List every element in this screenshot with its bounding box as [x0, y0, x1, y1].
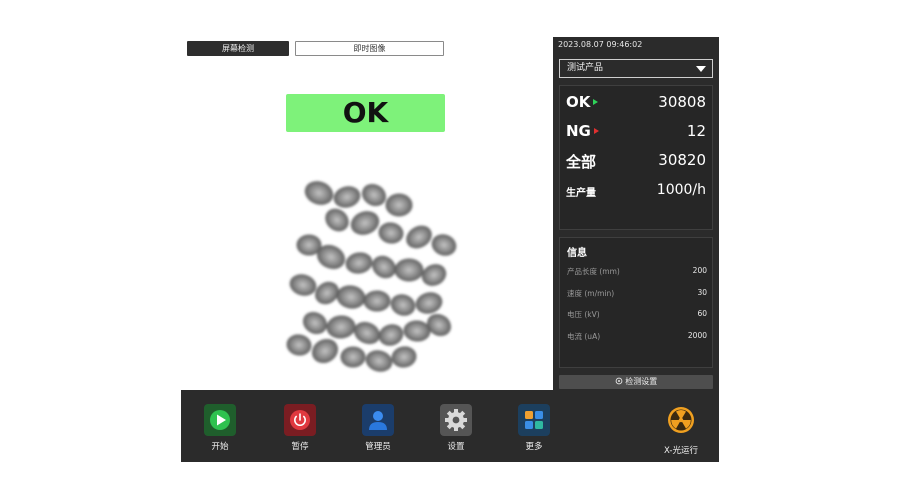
user-icon	[369, 411, 387, 430]
ng-arrow-icon	[593, 128, 599, 134]
more-label: 更多	[525, 442, 543, 452]
pause-label: 暂停	[291, 442, 309, 452]
xray-status-indicator: X-光运行	[661, 406, 701, 456]
image-view-pane: 屏幕检测 即时图像 OK	[181, 37, 553, 390]
xray-particle	[391, 346, 417, 368]
rate-value: 1000/h	[656, 182, 706, 198]
xray-particle	[394, 258, 424, 282]
xray-particle	[372, 255, 396, 279]
xray-particle	[340, 346, 366, 368]
ng-count: 12	[686, 122, 706, 140]
xray-particle	[326, 315, 356, 339]
power-icon	[290, 410, 310, 430]
ok-arrow-icon	[593, 99, 599, 105]
xray-particle	[325, 208, 349, 232]
stat-row-total: 全部 30820	[560, 151, 714, 173]
status-panel: 2023.08.07 09:46:02 测试产品 OK 30808 NG 12 …	[553, 37, 719, 390]
info-value: 2000	[687, 331, 707, 340]
pause-button[interactable]: 暂停	[283, 404, 317, 452]
xray-particle	[350, 211, 380, 235]
xray-particle	[296, 234, 322, 256]
xray-particle	[333, 186, 361, 208]
xray-particle	[378, 222, 404, 244]
bottom-toolbar: 开始 暂停 管理员 设置 更多 X-光运行	[181, 390, 719, 462]
xray-particle	[415, 292, 443, 314]
xray-particle	[302, 311, 328, 335]
info-value: 30	[697, 288, 707, 297]
ok-count: 30808	[658, 93, 706, 111]
caret-down-icon	[696, 66, 706, 72]
detect-settings-button[interactable]: 检测设置	[559, 375, 713, 389]
xray-particle	[361, 183, 387, 207]
product-select[interactable]: 测试产品	[559, 59, 713, 78]
total-count: 30820	[658, 151, 706, 169]
xray-particle	[421, 264, 447, 286]
info-label: 速度 (m/min)	[567, 289, 615, 298]
ok-label: OK	[566, 93, 591, 111]
xray-particle	[390, 294, 416, 316]
info-title: 信息	[567, 248, 587, 259]
datetime-display: 2023.08.07 09:46:02	[558, 40, 643, 49]
stat-row-ok: OK 30808	[560, 93, 714, 115]
inspection-result-badge: OK	[286, 94, 445, 132]
info-value: 60	[697, 309, 707, 318]
xray-particle	[336, 285, 366, 309]
stat-row-ng: NG 12	[560, 122, 714, 144]
info-label: 电流 (uA)	[567, 332, 601, 341]
info-row-voltage: 电压 (kV) 60	[560, 309, 714, 321]
xray-scan-image	[286, 181, 457, 372]
admin-label: 管理员	[365, 442, 391, 452]
xray-particle	[406, 225, 432, 249]
info-label: 产品长度 (mm)	[567, 267, 620, 276]
info-value: 200	[692, 266, 707, 275]
info-label: 电压 (kV)	[567, 310, 600, 319]
ng-label: NG	[566, 122, 591, 140]
xray-particle	[365, 350, 393, 372]
start-button[interactable]: 开始	[203, 404, 237, 452]
xray-particle	[385, 193, 413, 217]
xray-status-label: X-光运行	[664, 446, 698, 456]
xray-particle	[311, 338, 339, 364]
gear-small-icon	[615, 377, 623, 385]
tab-live-image[interactable]: 即时图像	[295, 41, 444, 56]
admin-button[interactable]: 管理员	[361, 404, 395, 452]
stat-row-rate: 生产量 1000/h	[560, 182, 714, 204]
gear-icon	[445, 409, 467, 431]
xray-particle	[353, 321, 381, 345]
start-label: 开始	[211, 442, 229, 452]
xray-particle	[286, 334, 312, 356]
settings-label: 设置	[447, 442, 465, 452]
xray-particle	[378, 324, 404, 346]
total-label: 全部	[566, 153, 597, 171]
tab-screen-detect[interactable]: 屏幕检测	[187, 41, 289, 56]
radiation-icon	[668, 407, 694, 433]
info-row-speed: 速度 (m/min) 30	[560, 288, 714, 300]
xray-particle	[289, 274, 317, 296]
play-icon	[210, 410, 230, 430]
info-section: 信息 产品长度 (mm) 200 速度 (m/min) 30 电压 (kV) 6…	[559, 237, 713, 368]
rate-label: 生产量	[566, 188, 596, 199]
product-select-value: 测试产品	[567, 63, 604, 73]
xray-particle	[345, 252, 373, 274]
info-row-length: 产品长度 (mm) 200	[560, 266, 714, 278]
settings-button[interactable]: 设置	[439, 404, 473, 452]
xray-particle	[363, 290, 391, 312]
info-row-current: 电流 (uA) 2000	[560, 331, 714, 343]
xray-particle	[304, 181, 334, 205]
apps-grid-icon	[525, 411, 543, 429]
inspection-app: 屏幕检测 即时图像 OK 2023.08.07 09:46:02 测试产品 OK…	[181, 37, 719, 462]
production-stats: OK 30808 NG 12 全部 30820 生产量 1000/h	[559, 85, 713, 230]
xray-particle	[403, 320, 431, 342]
detect-settings-label: 检测设置	[625, 377, 658, 386]
xray-particle	[431, 234, 457, 256]
more-button[interactable]: 更多	[517, 404, 551, 452]
